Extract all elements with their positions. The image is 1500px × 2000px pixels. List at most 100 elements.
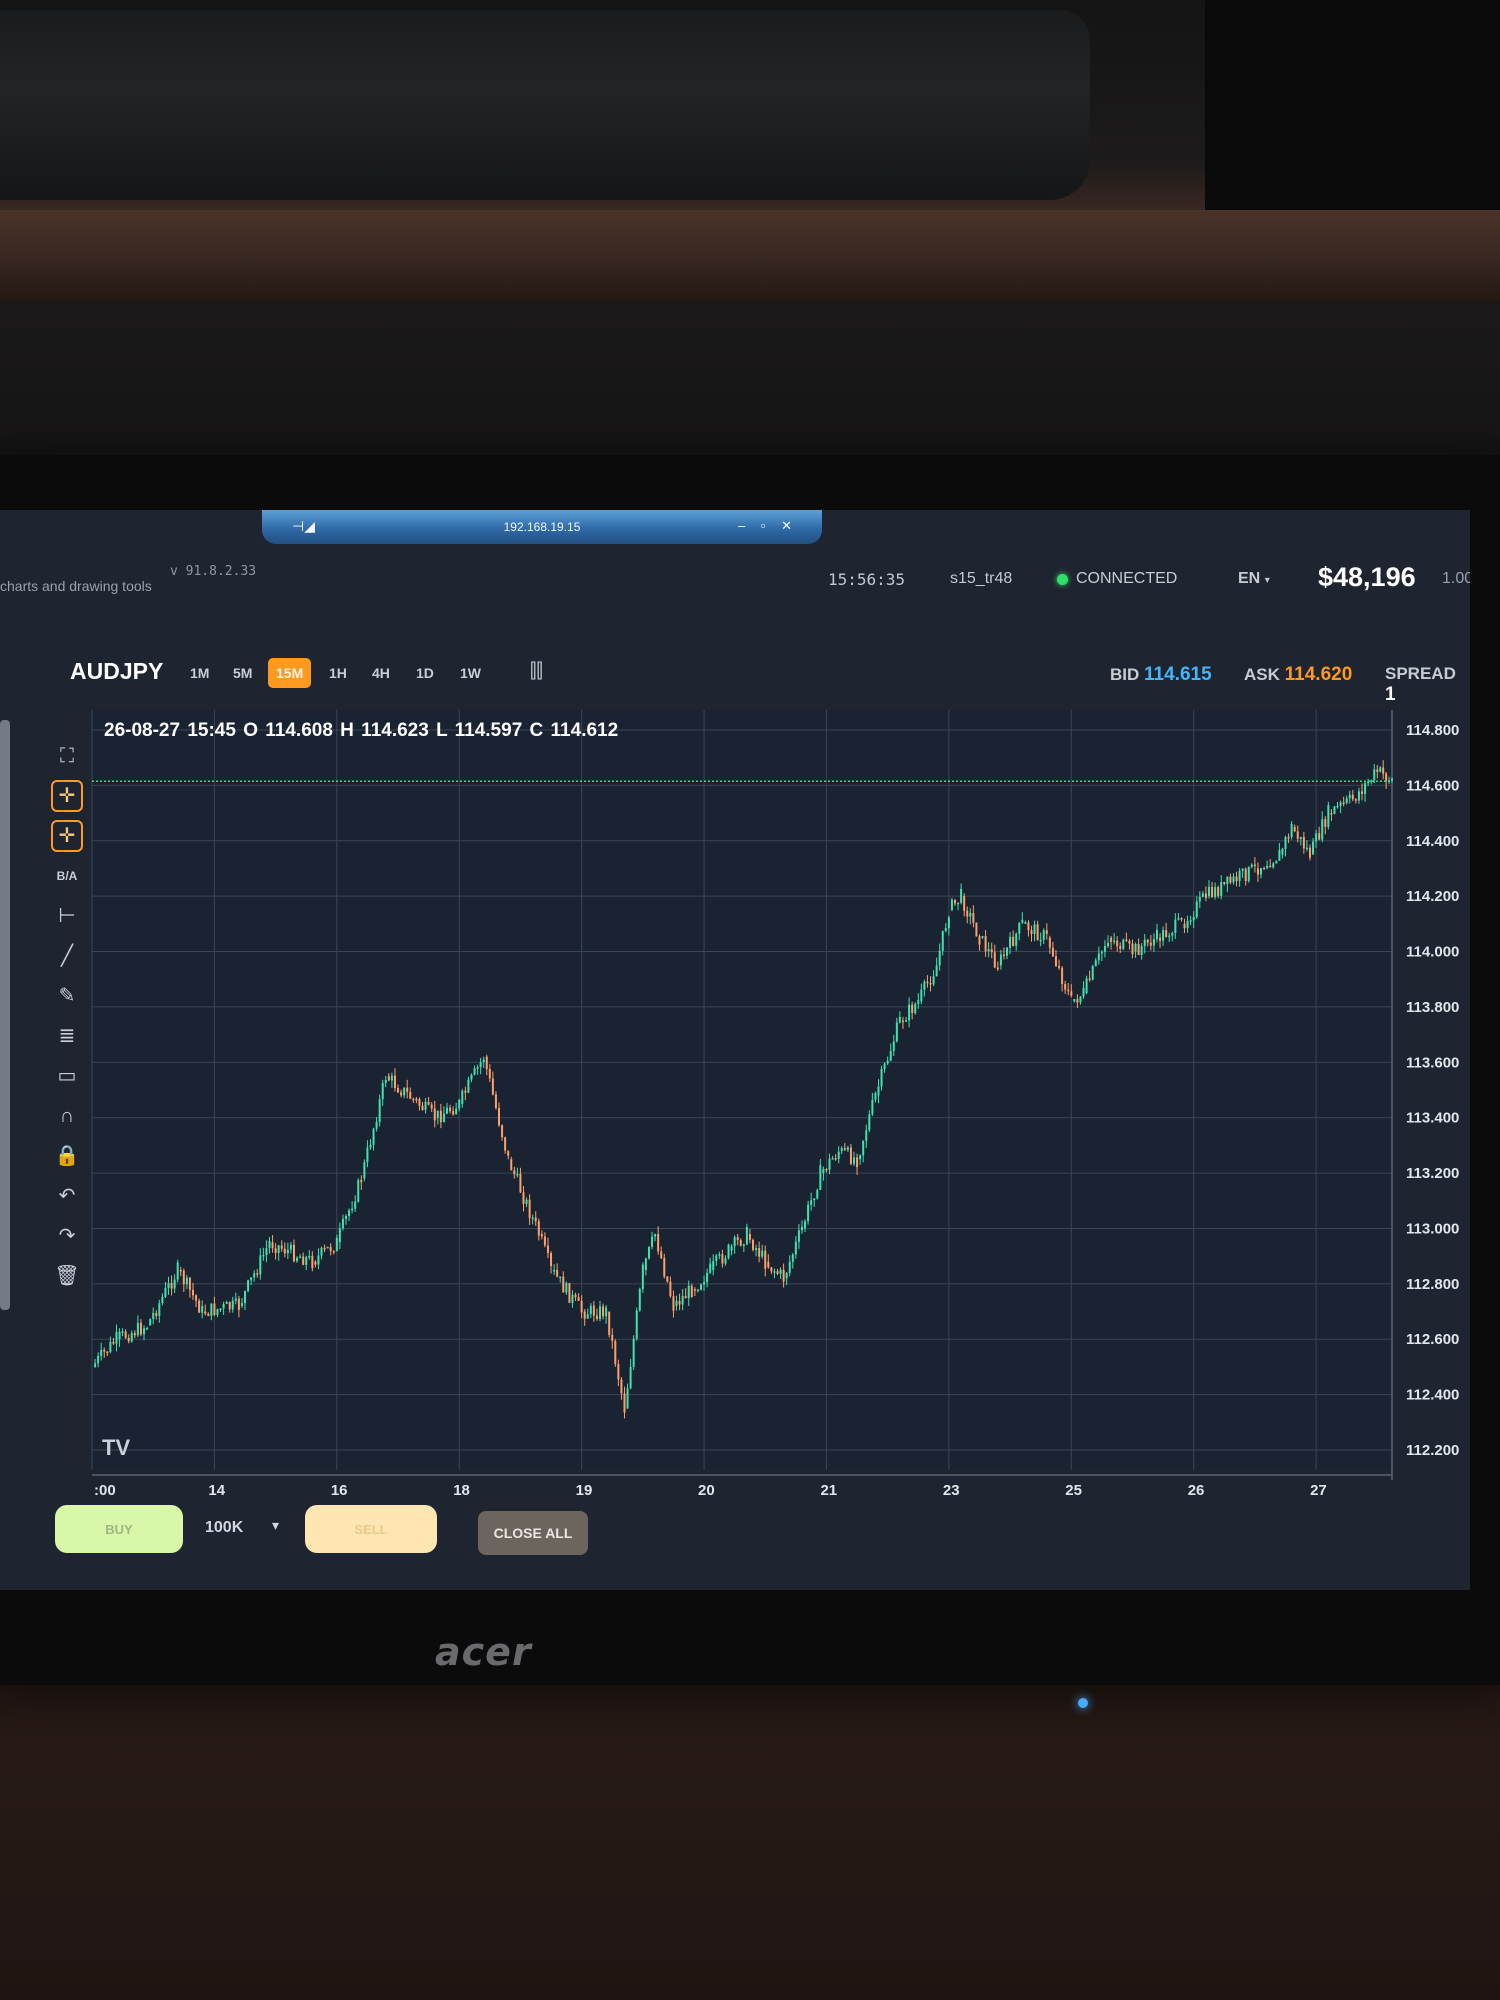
candle-body bbox=[932, 976, 935, 985]
candle-body bbox=[222, 1303, 225, 1309]
timeframe-1d[interactable]: 1D bbox=[408, 658, 442, 688]
candle-body bbox=[1015, 933, 1018, 946]
candle-body bbox=[476, 1067, 479, 1069]
candle-body bbox=[1391, 778, 1393, 781]
candle-body bbox=[1315, 833, 1318, 842]
timeframe-4h[interactable]: 4H bbox=[364, 658, 398, 688]
candle-body bbox=[1388, 780, 1391, 782]
timeframe-1m[interactable]: 1M bbox=[182, 658, 217, 688]
candle-body bbox=[706, 1272, 709, 1282]
candle-body bbox=[1085, 978, 1088, 994]
candle-body bbox=[699, 1284, 702, 1290]
fullscreen-icon[interactable]: ⛶ bbox=[51, 740, 83, 772]
power-led-icon bbox=[1078, 1698, 1088, 1708]
sell-button[interactable]: SELL bbox=[305, 1505, 437, 1553]
candle-body bbox=[1012, 936, 1015, 946]
candlestick-icon[interactable]: ⫿⫿ bbox=[530, 660, 543, 683]
candle-body bbox=[678, 1300, 681, 1305]
y-tick-label: 114.600 bbox=[1406, 777, 1459, 794]
candle-body bbox=[1168, 935, 1171, 938]
redo-icon[interactable]: ↷ bbox=[51, 1220, 83, 1252]
candle-body bbox=[825, 1168, 828, 1171]
fibonacci-icon[interactable]: ≣ bbox=[51, 1020, 83, 1052]
timeframe-1h[interactable]: 1H bbox=[321, 658, 355, 688]
candle-body bbox=[525, 1199, 528, 1205]
candle-body bbox=[889, 1051, 892, 1061]
shelf-board bbox=[0, 210, 1500, 300]
window-controls[interactable]: – ▫ ✕ bbox=[738, 518, 798, 534]
candle-body bbox=[917, 1000, 920, 1004]
candle-body bbox=[1302, 836, 1305, 849]
candle-body bbox=[280, 1245, 283, 1249]
price-chart-svg[interactable]: 114.800 114.600 114.400 114.200 114.000 113.8… bbox=[32, 700, 1467, 1530]
candle-body bbox=[1370, 780, 1373, 782]
candle-body bbox=[458, 1099, 461, 1109]
candle-body bbox=[109, 1341, 112, 1353]
candle-body bbox=[161, 1296, 164, 1304]
candle-body bbox=[106, 1351, 109, 1354]
pencil-icon[interactable]: ✎ bbox=[51, 980, 83, 1012]
crosshair-icon[interactable]: ✛ bbox=[51, 780, 83, 812]
bid-ask-toggle[interactable]: B/A bbox=[51, 860, 83, 892]
y-tick-label: 114.000 bbox=[1406, 944, 1459, 961]
chevron-down-icon[interactable]: ▾ bbox=[272, 1517, 279, 1534]
drawing-toolbar: ⛶ ✛ ✛ B/A ⊢ ╱ ✎ ≣ ▭ ∩ 🔒 ↶ ↷ 🗑 bbox=[42, 720, 92, 1480]
candle-body bbox=[250, 1277, 253, 1281]
candle-body bbox=[372, 1128, 375, 1145]
candle-body bbox=[874, 1093, 877, 1100]
trend-line-icon[interactable]: ╱ bbox=[51, 940, 83, 972]
candle-body bbox=[1354, 799, 1357, 801]
undo-icon[interactable]: ↶ bbox=[51, 1180, 83, 1212]
lock-icon[interactable]: 🔒 bbox=[51, 1140, 83, 1172]
candle-body bbox=[100, 1349, 103, 1356]
candle-body bbox=[311, 1256, 314, 1269]
magnet-crosshair-icon[interactable]: ✛ bbox=[51, 820, 83, 852]
horizontal-line-icon[interactable]: ⊢ bbox=[51, 900, 83, 932]
candle-body bbox=[1113, 940, 1116, 943]
candle-body bbox=[987, 949, 990, 952]
account-balance: $48,196 bbox=[1318, 562, 1416, 592]
candle-body bbox=[467, 1079, 470, 1093]
candle-body bbox=[1018, 922, 1021, 934]
candle-body bbox=[1290, 823, 1293, 838]
candle-body bbox=[672, 1296, 675, 1311]
candle-body bbox=[1036, 924, 1039, 941]
candle-body bbox=[1357, 791, 1360, 801]
buy-button[interactable]: BUY bbox=[55, 1505, 183, 1553]
magnet-icon[interactable]: ∩ bbox=[51, 1100, 83, 1132]
candle-body bbox=[571, 1294, 574, 1303]
close-all-button[interactable]: CLOSE ALL bbox=[478, 1511, 588, 1555]
candle-body bbox=[1281, 848, 1284, 855]
candle-body bbox=[415, 1098, 418, 1101]
timeframe-5m[interactable]: 5M bbox=[225, 658, 260, 688]
candle-body bbox=[663, 1258, 666, 1277]
timeframe-1w[interactable]: 1W bbox=[452, 658, 489, 688]
candle-body bbox=[822, 1168, 825, 1174]
candle-body bbox=[1159, 937, 1162, 941]
candle-body bbox=[901, 1020, 904, 1023]
candle-body bbox=[550, 1253, 553, 1266]
candle-body bbox=[1103, 946, 1106, 952]
price-chart[interactable]: 114.800 114.600 114.400 114.200 114.000 113.8… bbox=[32, 700, 1467, 1530]
candle-body bbox=[522, 1192, 525, 1205]
language-select[interactable]: EN ▾ bbox=[1238, 570, 1270, 588]
lot-size-select[interactable]: 100K bbox=[205, 1519, 243, 1537]
candle-body bbox=[1048, 937, 1051, 948]
trash-icon[interactable]: 🗑 bbox=[51, 1260, 83, 1292]
rectangle-icon[interactable]: ▭ bbox=[51, 1060, 83, 1092]
candle-body bbox=[843, 1148, 846, 1150]
remote-connection-bar[interactable]: ⊣◢ 192.168.19.15 – ▫ ✕ bbox=[262, 510, 822, 544]
chart-plot-area bbox=[92, 710, 1392, 1470]
candle-body bbox=[1192, 916, 1195, 921]
candle-body bbox=[1033, 924, 1036, 934]
candle-body bbox=[103, 1349, 106, 1352]
account-id[interactable]: s15_tr48 bbox=[950, 570, 1012, 588]
candle-body bbox=[724, 1258, 727, 1264]
timeframe-15m[interactable]: 15M bbox=[268, 658, 312, 688]
candle-body bbox=[972, 912, 975, 923]
side-scrollbar[interactable] bbox=[0, 720, 10, 1310]
symbol-name[interactable]: AUDJPY bbox=[70, 658, 163, 685]
candle-body bbox=[216, 1309, 219, 1315]
candle-body bbox=[742, 1244, 745, 1246]
y-tick-label: 112.400 bbox=[1406, 1387, 1459, 1404]
